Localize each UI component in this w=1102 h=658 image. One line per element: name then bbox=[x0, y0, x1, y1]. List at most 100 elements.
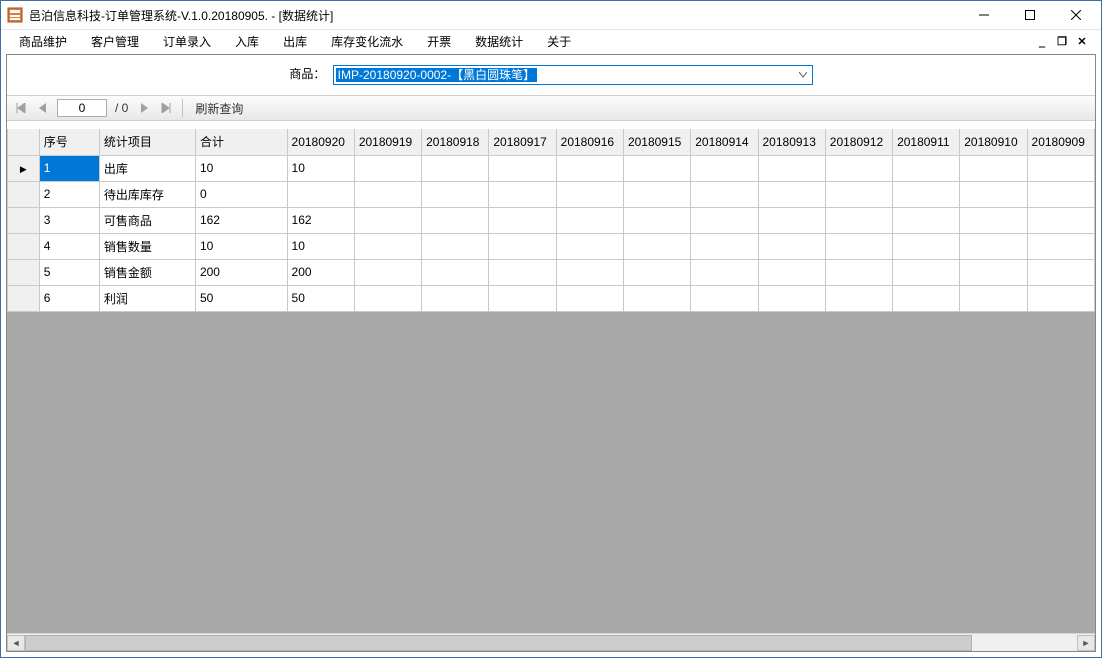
cell[interactable] bbox=[354, 181, 421, 207]
cell[interactable] bbox=[825, 181, 892, 207]
cell[interactable] bbox=[758, 181, 825, 207]
col-header[interactable]: 20180915 bbox=[623, 129, 690, 155]
mdi-minimize-icon[interactable]: ‗ bbox=[1035, 35, 1049, 49]
cell[interactable] bbox=[354, 233, 421, 259]
menu-item[interactable]: 出库 bbox=[271, 30, 319, 53]
cell[interactable] bbox=[825, 233, 892, 259]
row-header[interactable] bbox=[8, 207, 40, 233]
cell[interactable] bbox=[623, 233, 690, 259]
col-header[interactable]: 20180912 bbox=[825, 129, 892, 155]
cell[interactable]: 2 bbox=[39, 181, 99, 207]
cell[interactable]: 待出库库存 bbox=[99, 181, 195, 207]
cell[interactable] bbox=[691, 285, 758, 311]
cell[interactable] bbox=[893, 285, 960, 311]
row-header[interactable] bbox=[8, 233, 40, 259]
menu-item[interactable]: 关于 bbox=[535, 30, 583, 53]
cell[interactable] bbox=[422, 181, 489, 207]
cell[interactable]: 200 bbox=[287, 259, 354, 285]
cell[interactable] bbox=[758, 285, 825, 311]
cell[interactable] bbox=[1027, 285, 1094, 311]
cell[interactable] bbox=[354, 207, 421, 233]
cell[interactable] bbox=[893, 181, 960, 207]
col-header[interactable]: 20180919 bbox=[354, 129, 421, 155]
row-header[interactable] bbox=[8, 155, 40, 181]
cell[interactable] bbox=[960, 285, 1027, 311]
cell[interactable] bbox=[960, 259, 1027, 285]
cell[interactable] bbox=[354, 259, 421, 285]
cell[interactable] bbox=[691, 207, 758, 233]
cell[interactable] bbox=[758, 259, 825, 285]
cell[interactable]: 4 bbox=[39, 233, 99, 259]
minimize-button[interactable] bbox=[961, 1, 1007, 29]
cell[interactable] bbox=[758, 207, 825, 233]
cell[interactable]: 销售金额 bbox=[99, 259, 195, 285]
table-row[interactable]: 3可售商品162162 bbox=[8, 207, 1095, 233]
cell[interactable] bbox=[825, 259, 892, 285]
cell[interactable] bbox=[960, 207, 1027, 233]
cell[interactable] bbox=[691, 259, 758, 285]
cell[interactable] bbox=[354, 155, 421, 181]
cell[interactable] bbox=[422, 259, 489, 285]
col-header[interactable]: 合计 bbox=[195, 129, 287, 155]
chevron-down-icon[interactable] bbox=[796, 68, 810, 82]
cell[interactable]: 3 bbox=[39, 207, 99, 233]
cell[interactable] bbox=[489, 155, 556, 181]
col-header[interactable]: 20180916 bbox=[556, 129, 623, 155]
col-header[interactable]: 20180909 bbox=[1027, 129, 1094, 155]
cell[interactable]: 6 bbox=[39, 285, 99, 311]
cell[interactable]: 50 bbox=[195, 285, 287, 311]
nav-first-button[interactable] bbox=[11, 98, 31, 118]
cell[interactable] bbox=[623, 207, 690, 233]
cell[interactable] bbox=[422, 233, 489, 259]
row-header[interactable] bbox=[8, 285, 40, 311]
menu-item[interactable]: 入库 bbox=[223, 30, 271, 53]
cell[interactable] bbox=[489, 233, 556, 259]
row-header-corner[interactable] bbox=[8, 129, 40, 155]
cell[interactable] bbox=[1027, 259, 1094, 285]
scroll-thumb[interactable] bbox=[25, 635, 972, 651]
cell[interactable] bbox=[556, 259, 623, 285]
cell[interactable]: 10 bbox=[287, 233, 354, 259]
cell[interactable]: 10 bbox=[195, 233, 287, 259]
cell[interactable] bbox=[556, 285, 623, 311]
col-header[interactable]: 序号 bbox=[39, 129, 99, 155]
menu-item[interactable]: 数据统计 bbox=[463, 30, 535, 53]
cell[interactable] bbox=[623, 181, 690, 207]
maximize-button[interactable] bbox=[1007, 1, 1053, 29]
cell[interactable]: 出库 bbox=[99, 155, 195, 181]
nav-prev-button[interactable] bbox=[33, 98, 53, 118]
cell[interactable] bbox=[1027, 233, 1094, 259]
col-header[interactable]: 20180910 bbox=[960, 129, 1027, 155]
cell[interactable]: 200 bbox=[195, 259, 287, 285]
cell[interactable]: 162 bbox=[287, 207, 354, 233]
row-header[interactable] bbox=[8, 259, 40, 285]
col-header[interactable]: 20180917 bbox=[489, 129, 556, 155]
cell[interactable] bbox=[691, 155, 758, 181]
row-header[interactable] bbox=[8, 181, 40, 207]
mdi-restore-icon[interactable]: ❐ bbox=[1055, 35, 1069, 49]
col-header[interactable]: 20180918 bbox=[422, 129, 489, 155]
cell[interactable] bbox=[623, 259, 690, 285]
cell[interactable] bbox=[1027, 181, 1094, 207]
cell[interactable] bbox=[489, 181, 556, 207]
cell[interactable] bbox=[758, 233, 825, 259]
cell[interactable] bbox=[758, 155, 825, 181]
cell[interactable]: 利润 bbox=[99, 285, 195, 311]
cell[interactable] bbox=[960, 155, 1027, 181]
scroll-left-icon[interactable]: ◄ bbox=[7, 635, 25, 651]
cell[interactable] bbox=[623, 155, 690, 181]
cell[interactable] bbox=[287, 181, 354, 207]
cell[interactable] bbox=[556, 155, 623, 181]
cell[interactable] bbox=[489, 207, 556, 233]
cell[interactable] bbox=[556, 207, 623, 233]
cell[interactable] bbox=[893, 155, 960, 181]
cell[interactable] bbox=[422, 285, 489, 311]
col-header[interactable]: 20180914 bbox=[691, 129, 758, 155]
col-header[interactable]: 20180913 bbox=[758, 129, 825, 155]
data-grid[interactable]: 序号 统计项目 合计 20180920 20180919 20180918 20… bbox=[7, 129, 1095, 312]
table-row[interactable]: 1出库1010 bbox=[8, 155, 1095, 181]
cell[interactable] bbox=[825, 285, 892, 311]
cell[interactable] bbox=[489, 285, 556, 311]
cell[interactable] bbox=[825, 155, 892, 181]
cell[interactable] bbox=[556, 233, 623, 259]
